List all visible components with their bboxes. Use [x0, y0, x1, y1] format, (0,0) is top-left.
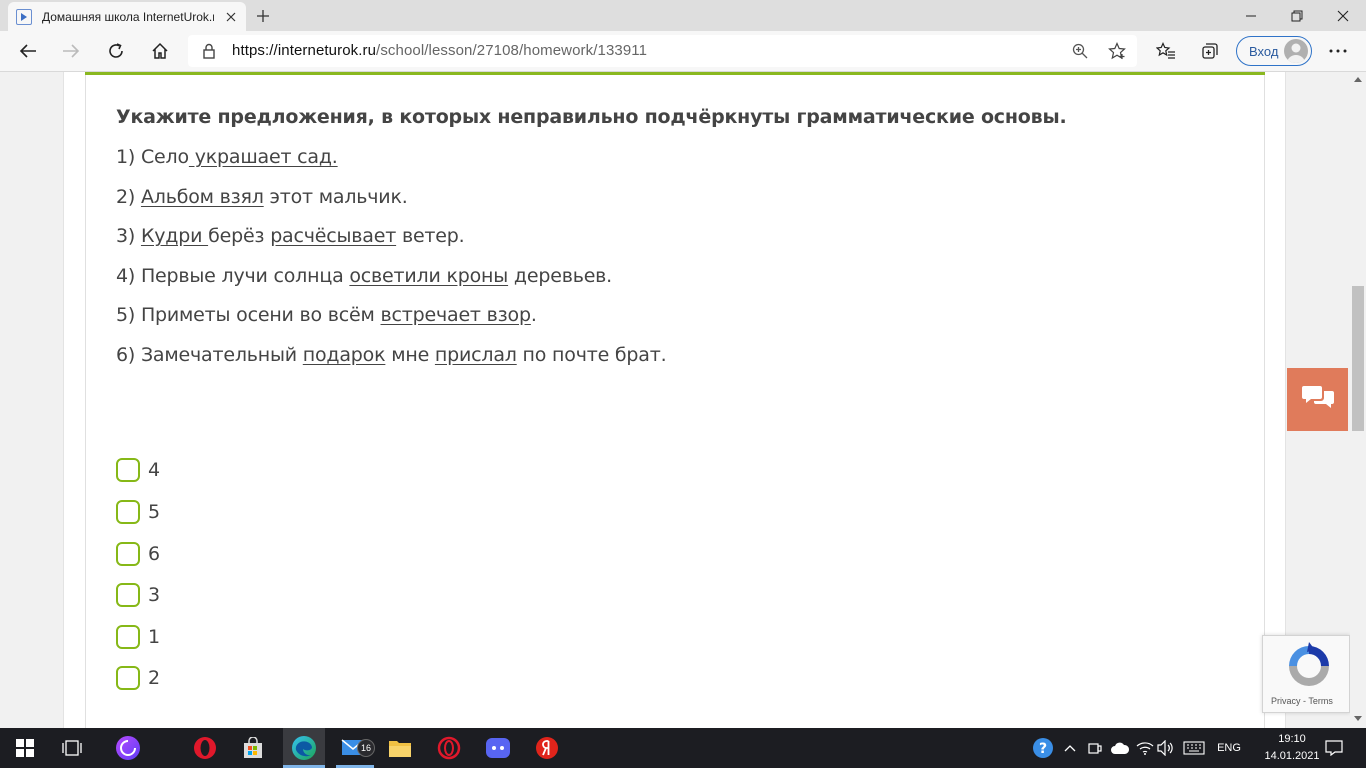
back-icon[interactable]	[13, 37, 43, 65]
zoom-icon[interactable]	[1069, 41, 1091, 61]
opera-icon[interactable]	[185, 728, 225, 768]
tab-bar: Домашняя школа InternetUrok.r	[0, 0, 1366, 31]
answer-checkbox[interactable]	[116, 583, 140, 607]
edge-browser-icon[interactable]	[283, 728, 325, 768]
answer-label: 3	[148, 584, 161, 606]
browser-toolbar: https://interneturok.ru/school/lesson/27…	[0, 31, 1366, 72]
avatar-icon	[1284, 39, 1308, 63]
file-explorer-icon[interactable]	[380, 728, 420, 768]
onedrive-cloud-icon[interactable]	[1108, 728, 1132, 768]
windows-start-icon[interactable]	[5, 728, 45, 768]
microsoft-store-icon[interactable]	[233, 728, 273, 768]
answer-label: 6	[148, 543, 161, 565]
notifications-icon[interactable]	[1320, 728, 1348, 768]
scroll-down-icon[interactable]	[1354, 716, 1362, 721]
favorite-star-icon[interactable]	[1106, 41, 1128, 61]
browser-tab[interactable]: Домашняя школа InternetUrok.r	[8, 2, 246, 31]
tab-title: Домашняя школа InternetUrok.r	[42, 9, 214, 24]
recaptcha-links[interactable]: Privacy - Terms	[1271, 696, 1333, 706]
scroll-up-icon[interactable]	[1354, 77, 1362, 82]
chat-button[interactable]	[1287, 368, 1348, 431]
mail-badge-count: 16	[357, 739, 375, 757]
close-window-icon[interactable]	[1320, 0, 1366, 31]
more-options-icon[interactable]	[1323, 37, 1353, 65]
forward-icon[interactable]	[56, 37, 86, 65]
windows-taskbar: 16 ? ENG 19:10 14.01.2021	[0, 728, 1366, 768]
system-clock[interactable]: 19:10 14.01.2021	[1262, 731, 1322, 765]
favorites-icon[interactable]	[1151, 37, 1181, 65]
sentence-4: 4) Первые лучи солнца осветили кроны дер…	[116, 265, 613, 287]
minimize-icon[interactable]	[1228, 0, 1274, 31]
lock-icon[interactable]	[202, 43, 216, 63]
page-scrollbar[interactable]	[1350, 72, 1366, 728]
answer-checkbox[interactable]	[116, 666, 140, 690]
collections-icon[interactable]	[1195, 37, 1225, 65]
answer-option-2[interactable]: 2	[116, 665, 160, 691]
clock-time: 19:10	[1278, 733, 1306, 745]
clock-date: 14.01.2021	[1264, 750, 1320, 762]
chat-bubbles-icon	[1301, 384, 1335, 416]
volume-icon[interactable]	[1155, 728, 1177, 768]
site-favicon-icon	[16, 8, 32, 25]
discord-icon[interactable]	[478, 728, 518, 768]
sign-in-button[interactable]: Вход	[1236, 36, 1312, 66]
recaptcha-badge[interactable]: Privacy - Terms	[1262, 635, 1350, 713]
address-bar[interactable]: https://interneturok.ru/school/lesson/27…	[188, 35, 1137, 67]
show-hidden-icons-chevron-icon[interactable]	[1060, 728, 1080, 768]
url-text[interactable]: https://interneturok.ru/school/lesson/27…	[232, 42, 647, 59]
device-icon[interactable]	[1084, 728, 1106, 768]
close-tab-icon[interactable]	[222, 8, 240, 26]
restore-icon[interactable]	[1274, 0, 1320, 31]
answer-checkbox[interactable]	[116, 458, 140, 482]
alice-assistant-icon[interactable]	[108, 728, 148, 768]
card-accent-line	[85, 72, 1265, 75]
answer-option-5[interactable]: 5	[116, 499, 160, 525]
sentence-5: 5) Приметы осени во всём встречает взор.	[116, 304, 537, 326]
answer-label: 5	[148, 501, 161, 523]
answer-checkbox[interactable]	[116, 542, 140, 566]
answer-checkbox[interactable]	[116, 500, 140, 524]
answer-checkbox[interactable]	[116, 625, 140, 649]
wifi-icon[interactable]	[1134, 728, 1156, 768]
help-icon[interactable]: ?	[1030, 728, 1056, 768]
new-tab-icon[interactable]	[252, 5, 274, 27]
sentence-6: 6) Замечательный подарок мне прислал по …	[116, 344, 667, 366]
scroll-thumb[interactable]	[1352, 286, 1364, 431]
answer-label: 2	[148, 667, 161, 689]
answer-label: 4	[148, 459, 161, 481]
task-card	[85, 72, 1265, 728]
sentence-1: 1) Село украшает сад.	[116, 146, 338, 168]
touch-keyboard-icon[interactable]	[1180, 728, 1208, 768]
language-label: ENG	[1217, 742, 1241, 754]
refresh-icon[interactable]	[101, 37, 131, 65]
answer-option-4[interactable]: 4	[116, 457, 160, 483]
sentence-3: 3) Кудри берёз расчёсывает ветер.	[116, 225, 465, 247]
input-language[interactable]: ENG	[1212, 728, 1246, 768]
yandex-browser-icon[interactable]	[527, 728, 567, 768]
sign-in-label: Вход	[1249, 43, 1279, 59]
answer-option-6[interactable]: 6	[116, 541, 160, 567]
task-view-icon[interactable]	[52, 728, 92, 768]
answer-label: 1	[148, 626, 161, 648]
question-text: Укажите предложения, в которых неправиль…	[116, 106, 1067, 128]
answer-option-1[interactable]: 1	[116, 624, 160, 650]
mail-unread-badge: 16	[356, 738, 376, 758]
home-icon[interactable]	[145, 37, 175, 65]
opera-gx-icon[interactable]	[429, 728, 469, 768]
sentence-2: 2) Альбом взял этот мальчик.	[116, 186, 408, 208]
page-viewport: Укажите предложения, в которых неправиль…	[0, 72, 1350, 728]
svg-text:?: ?	[1039, 741, 1047, 757]
recaptcha-logo-icon	[1287, 642, 1331, 694]
answer-option-3[interactable]: 3	[116, 582, 160, 608]
